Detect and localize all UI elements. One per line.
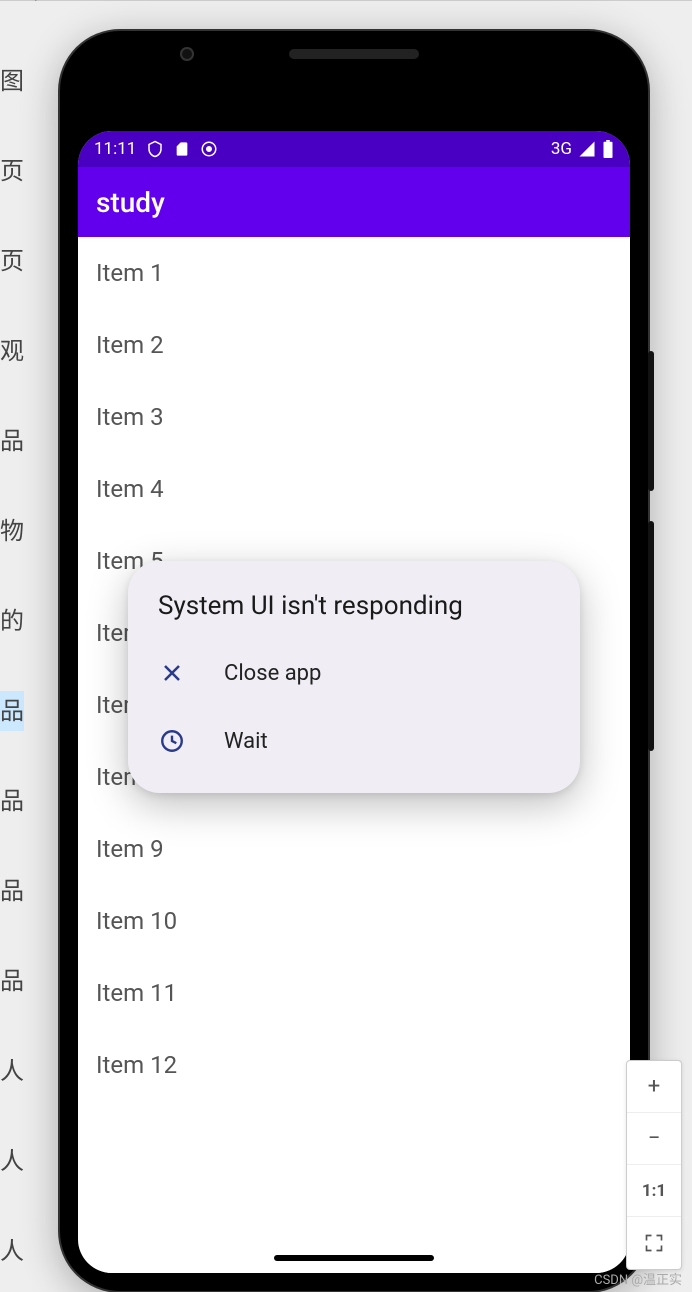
app-bar: study [78,167,630,237]
editor-background: ◑ 图 页 页 观 品 物 的 品 品 品 品 人 人 人 11:11 [0,0,692,1292]
list-item-label: Item 9 [96,835,164,863]
panel-item[interactable]: 品 [0,871,24,911]
list-item[interactable]: Item 4 [78,453,630,525]
nav-gesture-pill[interactable] [274,1255,434,1261]
list-item-label: Item 6 [96,619,164,647]
emulator-zoom-controls: + − 1:1 [626,1060,682,1270]
android-nav-bar[interactable] [78,1243,630,1273]
panel-item[interactable]: 人 [0,1141,24,1181]
power-button[interactable] [648,521,654,751]
debug-icon [200,140,218,158]
fit-icon [644,1233,664,1253]
list-item-label: Item 12 [96,1051,177,1079]
panel-item[interactable]: 人 [0,1231,24,1271]
emulator-device-frame: 11:11 3G [60,31,648,1291]
device-speaker [289,49,419,59]
panel-item[interactable]: 品 [0,781,24,821]
list-item[interactable]: Item 10 [78,885,630,957]
panel-item-selected[interactable]: 品 [0,691,24,731]
item-list[interactable]: Item 1 Item 2 Item 3 Item 4 Item 5 Item … [78,237,630,1101]
volume-button[interactable] [648,351,654,491]
list-item[interactable]: Item 11 [78,957,630,1029]
app-title: study [96,186,165,219]
panel-item[interactable]: 页 [0,151,24,191]
list-item[interactable]: Item 2 [78,309,630,381]
watermark: CSDN @温正实 [594,1269,682,1288]
list-item[interactable]: Item 12 [78,1029,630,1101]
list-item[interactable]: Item 9 [78,813,630,885]
status-time: 11:11 [94,139,136,159]
panel-item[interactable]: 图 [0,61,24,101]
sd-card-icon [174,140,190,158]
list-item[interactable]: Item 6 [78,597,630,669]
device-screen: 11:11 3G [78,131,630,1273]
minus-icon: − [648,1126,661,1151]
android-status-bar: 11:11 3G [78,131,630,167]
list-item-label: Item 8 [96,763,164,791]
panel-item[interactable]: 品 [0,421,24,461]
list-item-label: Item 10 [96,907,177,935]
panel-item[interactable]: 人 [0,1051,24,1091]
panel-item[interactable]: 物 [0,511,24,551]
list-item[interactable]: Item 3 [78,381,630,453]
zoom-out-button[interactable]: − [627,1113,681,1165]
list-item-label: Item 11 [96,979,177,1007]
toolbar-icon[interactable]: ◑ [30,0,40,17]
list-item[interactable]: Item 1 [78,237,630,309]
zoom-fit-button[interactable] [627,1217,681,1269]
signal-icon [578,140,596,158]
one-to-one-label: 1:1 [642,1181,666,1201]
plus-icon: + [648,1074,660,1099]
shield-icon [146,140,164,158]
panel-item[interactable]: 页 [0,241,24,281]
battery-icon [602,140,614,158]
panel-item[interactable]: 品 [0,961,24,1001]
panel-item[interactable]: 的 [0,601,24,641]
network-label: 3G [551,139,572,159]
list-item[interactable]: Item 8 [78,741,630,813]
panel-item[interactable]: 观 [0,331,24,371]
device-camera [180,47,194,61]
ide-toolbar: ◑ [0,0,692,17]
zoom-in-button[interactable]: + [627,1061,681,1113]
list-item-label: Item 3 [96,403,164,431]
list-item-label: Item 1 [96,259,164,287]
list-item-label: Item 4 [96,475,164,503]
list-item-label: Item 2 [96,331,164,359]
left-panel: 图 页 页 观 品 物 的 品 品 品 品 人 人 人 [0,21,24,1292]
list-item[interactable]: Item 5 [78,525,630,597]
list-item[interactable]: Item 7 [78,669,630,741]
list-item-label: Item 7 [96,691,164,719]
list-item-label: Item 5 [96,547,164,575]
zoom-actual-button[interactable]: 1:1 [627,1165,681,1217]
